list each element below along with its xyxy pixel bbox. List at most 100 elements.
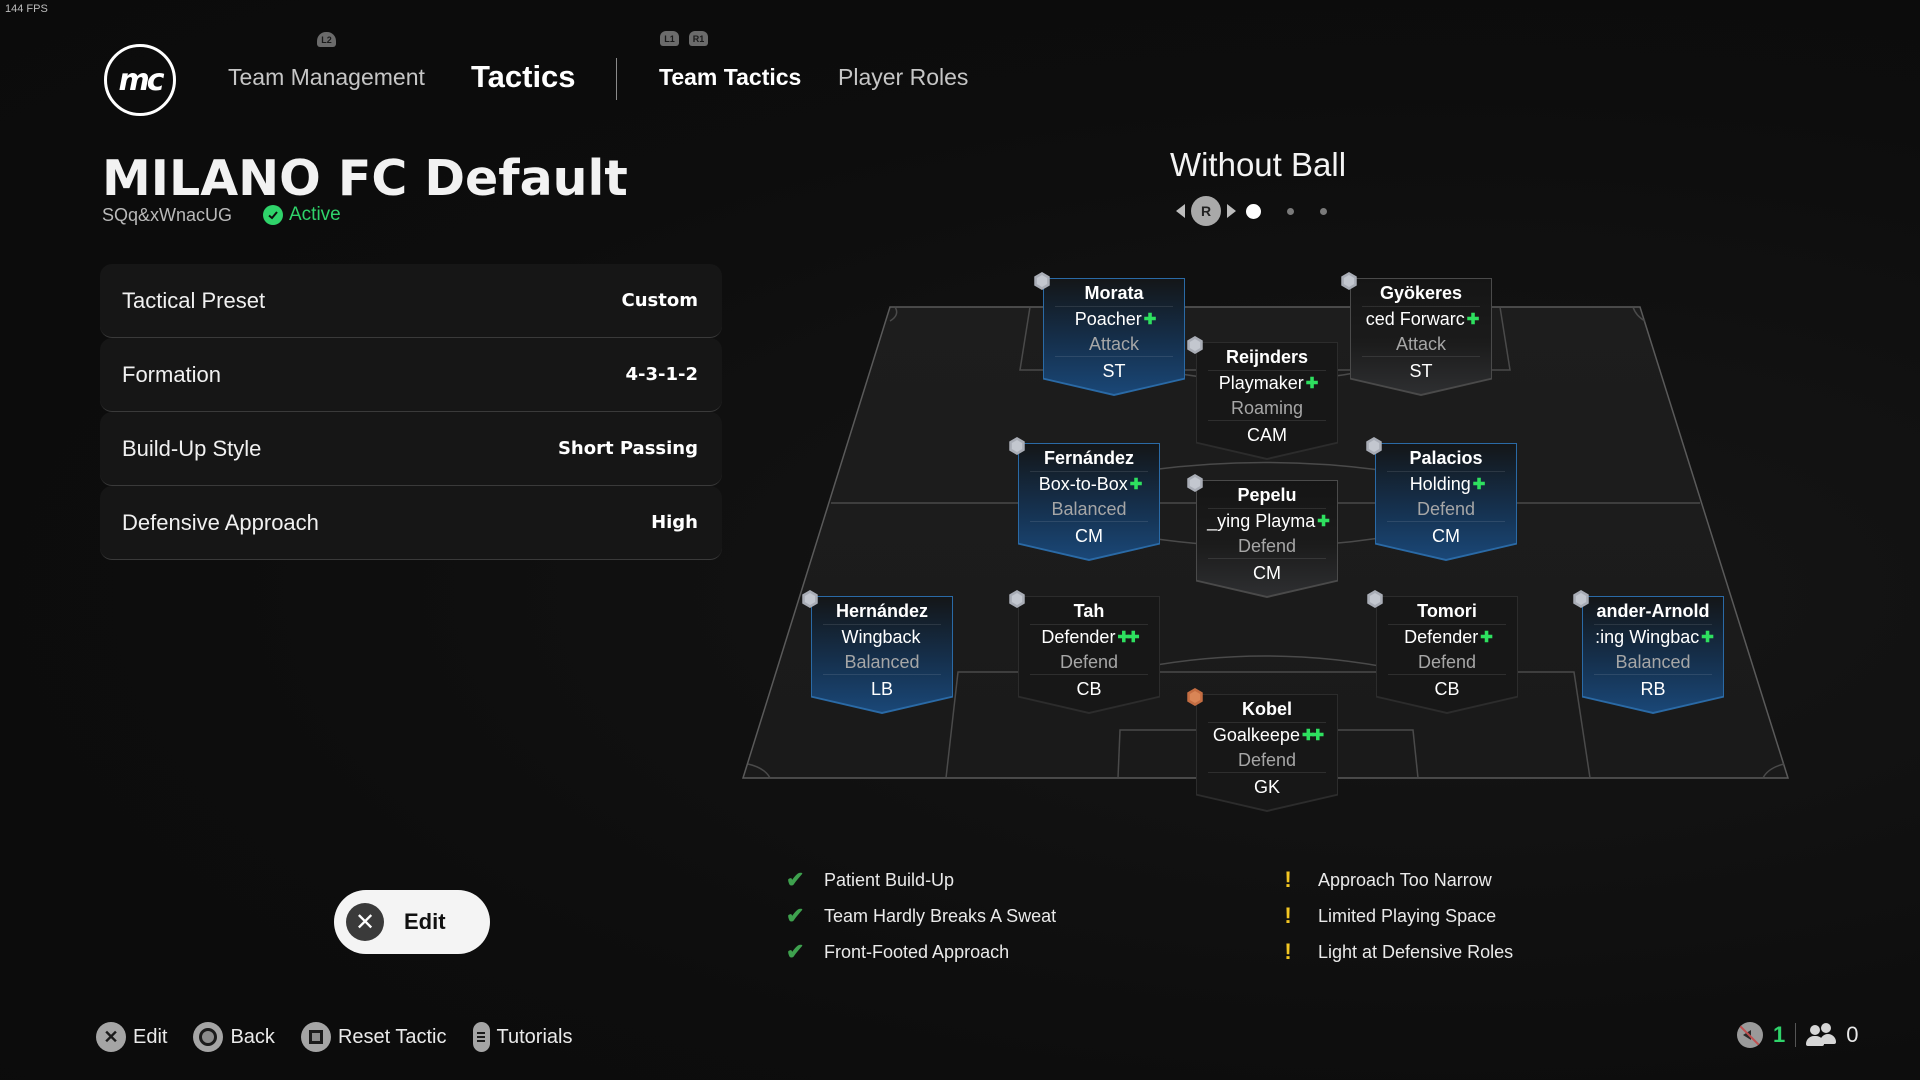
setting-value: Short Passing (557, 438, 698, 459)
player-card[interactable]: Pepelu _ying Playma ✚ Defend CM (1187, 474, 1338, 598)
player-name: ander-Arnold (1596, 601, 1710, 621)
setting-build-up-style[interactable]: Build-Up Style Short Passing (100, 412, 722, 486)
setting-defensive-approach[interactable]: Defensive Approach High (100, 486, 722, 560)
tactic-share-code: SQq&xWnacUG (102, 205, 233, 225)
hint-label: Tutorials (496, 1025, 573, 1048)
pitch-line (1762, 763, 1785, 779)
hint-reset-tactic[interactable]: Reset Tactic (300, 1022, 447, 1052)
tactic-title: MILANO FC Default (102, 150, 628, 207)
player-role-text: Wingback (841, 627, 921, 647)
player-focus: Attack (1088, 334, 1140, 354)
role-familiarity-plus-icon: ✚ (1143, 311, 1156, 328)
feedback-text: Limited Playing Space (1318, 905, 1497, 926)
positive-feedback-list: ✔ Patient Build-Up ✔ Team Hardly Breaks A … (786, 862, 1056, 970)
role-familiarity-plus-icon: ✚ (1701, 629, 1713, 646)
player-role-text: Defender (1041, 627, 1116, 647)
warning-feedback-item: ! Approach Too Narrow (1282, 862, 1513, 898)
button-hints: ✕ Edit Back Reset Tactic Tutorials (96, 1022, 572, 1052)
player-role-text: _ying Playma (1207, 511, 1316, 531)
page-dot-active[interactable] (1246, 203, 1261, 219)
tab-team-management[interactable]: Team Management (228, 64, 425, 91)
arrow-left-icon[interactable] (1176, 204, 1185, 218)
player-role: Poacher ✚ (1043, 307, 1185, 332)
player-position: RB (1640, 679, 1666, 699)
player-role: Box-to-Box ✚ (1018, 472, 1160, 497)
checkmark-icon: ✔ (786, 867, 805, 892)
player-card[interactable]: Palacios Holding ✚ Defend CM (1366, 437, 1517, 561)
setting-label: Defensive Approach (122, 509, 319, 535)
player-focus: Balanced (1615, 652, 1691, 672)
positive-feedback-item: ✔ Team Hardly Breaks A Sweat (786, 898, 1056, 934)
player-role-text: Poacher (1074, 309, 1142, 329)
positive-feedback-item: ✔ Front-Footed Approach (786, 934, 1056, 970)
player-card[interactable]: Tomori Defender ✚ Defend CB (1367, 590, 1518, 714)
hint-edit[interactable]: ✕ Edit (96, 1022, 167, 1052)
arrow-right-icon[interactable] (1227, 204, 1236, 218)
warning-exclamation-icon: ! (1284, 939, 1292, 964)
player-focus: Defend (1237, 536, 1297, 556)
feedback-text: Patient Build-Up (824, 869, 955, 890)
pitch-line (889, 306, 898, 322)
player-position: CM (1253, 563, 1281, 583)
role-familiarity-plus-icon: ✚ (1317, 513, 1329, 530)
view-pager[interactable]: R (1176, 196, 1327, 226)
player-card[interactable]: ander-Arnold :ing Wingbac ✚ Balanced RB (1573, 590, 1724, 714)
player-name: Reijnders (1225, 347, 1309, 367)
status-badge: Active (263, 204, 341, 226)
player-card[interactable]: Reijnders Playmaker ✚ Roaming CAM (1187, 336, 1338, 460)
player-card[interactable]: Morata Poacher ✚ Attack ST (1034, 272, 1185, 396)
player-position: ST (1102, 361, 1126, 381)
pitch-line (1149, 461, 1381, 471)
player-card[interactable]: Hernández Wingback Balanced LB (802, 590, 953, 714)
player-position: LB (870, 679, 894, 699)
player-card[interactable]: Kobel Goalkeepe ✚✚ Defend GK (1187, 688, 1338, 812)
party-users-icon (1806, 1023, 1837, 1047)
hint-label: Edit (133, 1025, 168, 1048)
warning-feedback-item: ! Light at Defensive Roles (1282, 934, 1513, 970)
role-familiarity-plus-icon: ✚✚ (1117, 629, 1139, 646)
subtab-team-tactics[interactable]: Team Tactics (659, 64, 801, 91)
square-button-icon (300, 1022, 331, 1052)
player-card[interactable]: Fernández Box-to-Box ✚ Balanced CM (1009, 437, 1160, 561)
party-count: 0 (1846, 1022, 1859, 1047)
l2-trigger-icon: L2 (317, 32, 336, 47)
hint-label: Back (230, 1025, 275, 1048)
player-role: Wingback (811, 625, 953, 650)
player-focus: Roaming (1230, 398, 1304, 418)
setting-label: Build-Up Style (122, 435, 262, 461)
setting-tactical-preset[interactable]: Tactical Preset Custom (100, 264, 722, 338)
right-stick-icon: R (1191, 196, 1221, 226)
club-logo: mc (104, 44, 176, 116)
setting-value: High (651, 512, 698, 533)
edit-button-label: Edit (404, 909, 446, 934)
nav-divider (616, 58, 617, 100)
player-position: CM (1432, 526, 1460, 546)
subtab-player-roles[interactable]: Player Roles (838, 64, 968, 91)
player-role: Defender ✚✚ (1018, 625, 1160, 650)
player-role: :ing Wingbac ✚ (1582, 625, 1724, 650)
check-circle-icon (263, 205, 283, 225)
edit-button[interactable]: ✕ Edit (334, 890, 490, 954)
player-position: CB (1434, 679, 1460, 699)
tab-tactics[interactable]: Tactics (471, 59, 576, 95)
player-card[interactable]: Gyökeres ced Forwarc ✚ Attack ST (1341, 272, 1492, 396)
setting-label: Tactical Preset (122, 287, 266, 313)
hint-back[interactable]: Back (193, 1022, 275, 1052)
player-name: Tah (1073, 601, 1105, 621)
player-name: Hernández (835, 601, 929, 621)
pitch-line (1119, 655, 1411, 673)
feedback-text: Light at Defensive Roles (1318, 941, 1514, 962)
status-bar: 1 0 (1737, 1022, 1859, 1048)
player-name: Palacios (1409, 448, 1483, 468)
setting-value: 4-3-1-2 (625, 364, 698, 385)
warning-feedback-list: ! Approach Too Narrow ! Limited Playing Sp… (1282, 862, 1513, 970)
player-card[interactable]: Tah Defender ✚✚ Defend CB (1009, 590, 1160, 714)
hint-tutorials[interactable]: Tutorials (472, 1022, 573, 1052)
club-logo-text: mc (118, 62, 164, 98)
player-name: Gyökeres (1379, 283, 1463, 303)
warning-exclamation-icon: ! (1284, 867, 1292, 892)
setting-formation[interactable]: Formation 4-3-1-2 (100, 338, 722, 412)
warning-exclamation-icon: ! (1284, 903, 1292, 928)
page-dot[interactable] (1287, 207, 1294, 215)
page-dot[interactable] (1320, 207, 1327, 215)
